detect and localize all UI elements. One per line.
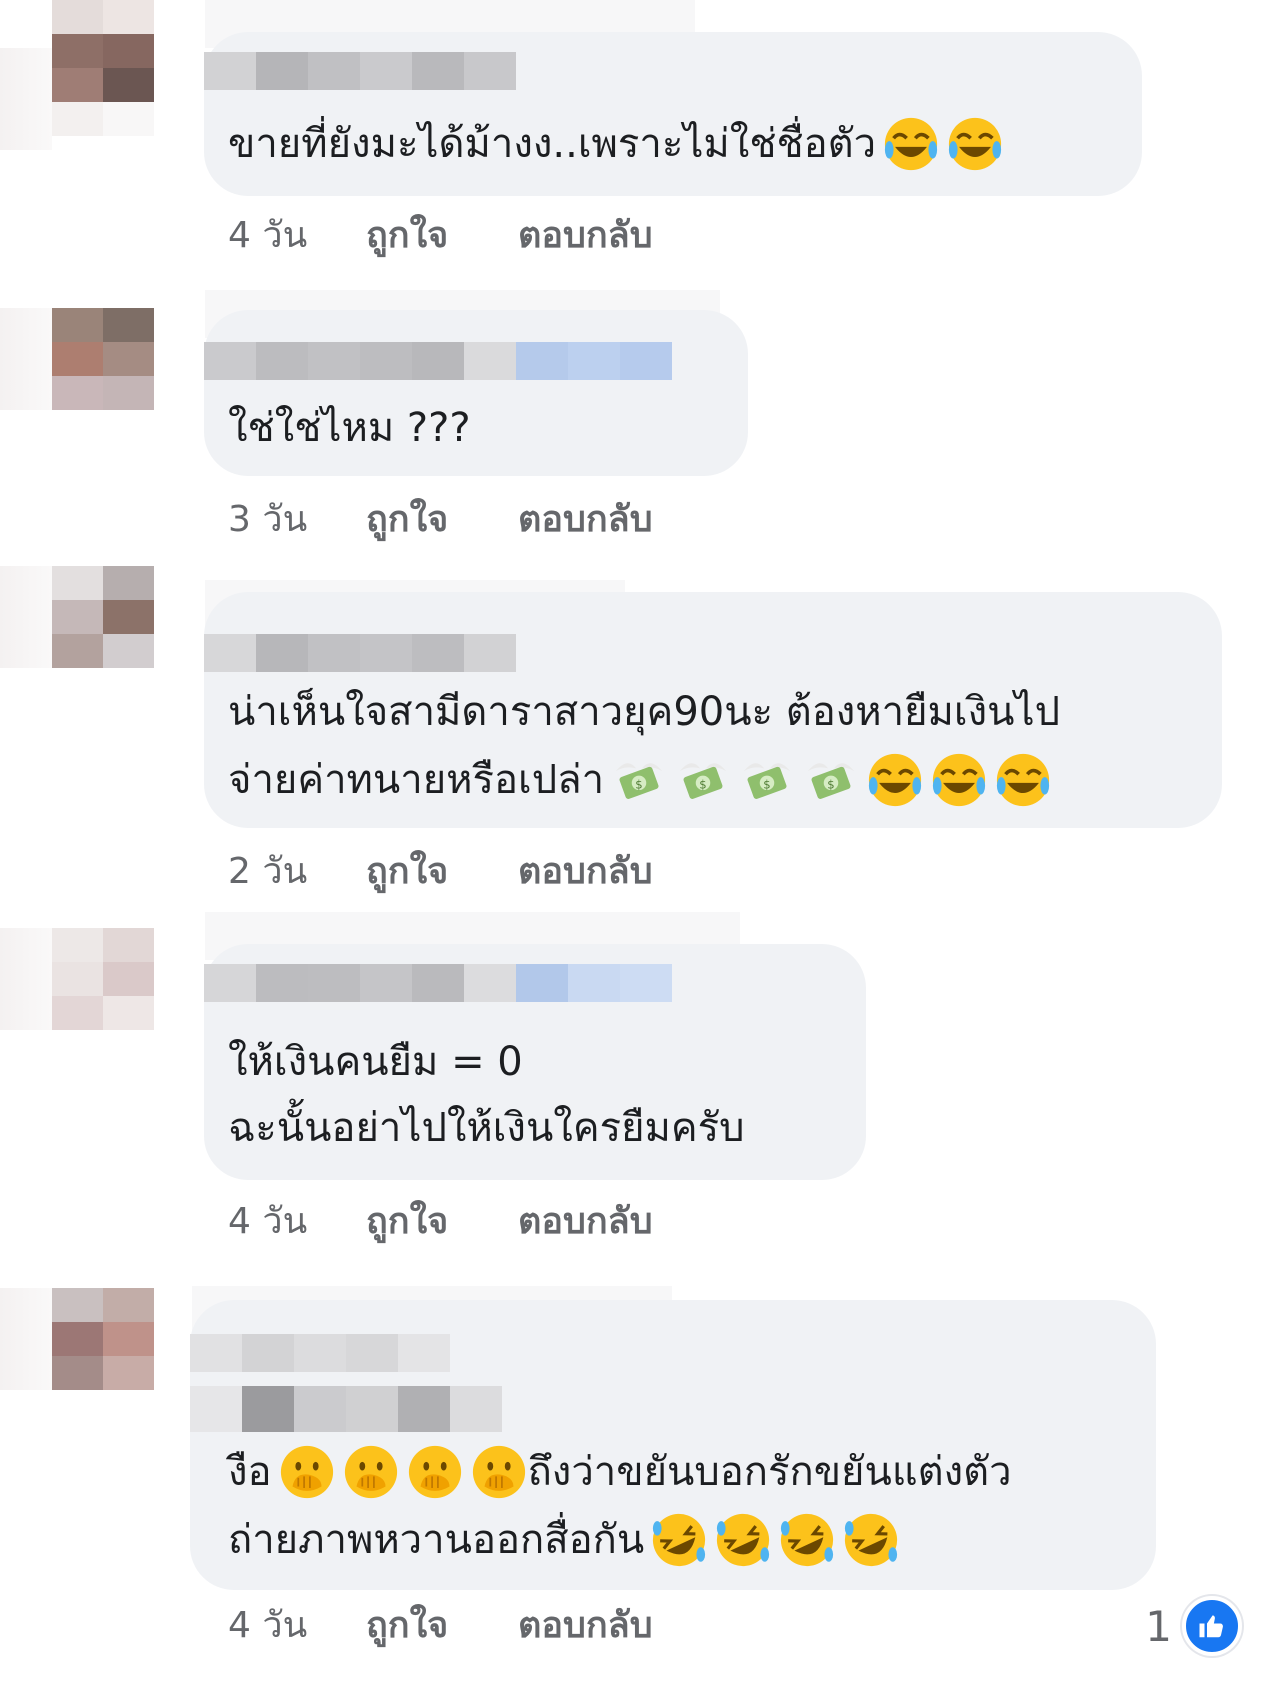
reply-button[interactable]: ตอบกลับ [518, 212, 653, 260]
comment-time[interactable]: 4 วัน [228, 1198, 366, 1246]
comment-text: ให้เงินคนยืม = 0 [228, 1039, 523, 1085]
commenter-name[interactable] [204, 52, 516, 90]
like-button[interactable]: ถูกใจ [366, 1198, 518, 1246]
hand-over-mouth-icon [472, 1445, 525, 1499]
money-with-wings-icon: $ [615, 763, 663, 799]
reaction-count: 1 [1145, 1601, 1172, 1651]
comment-text: น่าเห็นใจสามีดาราสาวยุค90นะ ต้องหายืมเงิ… [228, 689, 1060, 735]
money-with-wings-icon: $ [743, 763, 791, 799]
comment-actions: 4 วัน ถูกใจ ตอบกลับ [228, 1198, 653, 1246]
hand-over-mouth-icon [408, 1445, 461, 1499]
comment-time[interactable]: 4 วัน [228, 1602, 366, 1650]
comment-text: จ่ายค่าทนายหรือเปล่า $ $ $ $ [228, 748, 1052, 812]
comment-text: ถ่ายภาพหวานออกสื่อกัน [228, 1508, 900, 1572]
commenter-name[interactable] [204, 964, 672, 1002]
joy-face-icon [948, 117, 1002, 171]
comment-actions: 2 วัน ถูกใจ ตอบกลับ [228, 848, 653, 896]
reply-button[interactable]: ตอบกลับ [518, 1198, 653, 1246]
comment-time[interactable]: 2 วัน [228, 848, 366, 896]
hand-over-mouth-icon [280, 1445, 333, 1499]
like-button[interactable]: ถูกใจ [366, 848, 518, 896]
comment-text: ใช่ใช่ไหม ??? [228, 405, 471, 451]
commenter-name[interactable] [204, 342, 672, 380]
rofl-face-icon [717, 1513, 770, 1567]
joy-face-icon [996, 753, 1050, 807]
hand-over-mouth-icon [344, 1445, 397, 1499]
comment-text: ขายที่ยังมะได้ม้างง..เพราะไม่ใช่ชื่อตัว [228, 112, 1004, 176]
svg-text:$: $ [827, 778, 834, 792]
comment-time[interactable]: 4 วัน [228, 212, 366, 260]
rofl-face-icon [653, 1513, 706, 1567]
comment-text: งือ ถึงว่าขยันบอกรักขยันแต่งตัว [228, 1440, 1012, 1504]
avatar-blur [0, 308, 52, 410]
reply-button[interactable]: ตอบกลับ [518, 848, 653, 896]
rofl-face-icon [845, 1513, 898, 1567]
commenter-name[interactable] [190, 1386, 502, 1432]
avatar-blur [0, 566, 52, 668]
avatar-blur [0, 48, 52, 150]
comment-actions: 4 วัน ถูกใจ ตอบกลับ [228, 1602, 653, 1650]
joy-face-icon [884, 117, 938, 171]
svg-text:$: $ [763, 778, 770, 792]
money-with-wings-icon: $ [807, 763, 855, 799]
money-with-wings-icon: $ [679, 763, 727, 799]
avatar-blur [0, 1288, 52, 1390]
like-button[interactable]: ถูกใจ [366, 212, 518, 260]
reaction-summary[interactable]: 1 [1145, 1596, 1242, 1656]
like-button[interactable]: ถูกใจ [366, 1602, 518, 1650]
like-button[interactable]: ถูกใจ [366, 496, 518, 544]
comment-actions: 4 วัน ถูกใจ ตอบกลับ [228, 212, 653, 260]
commenter-name[interactable] [190, 1334, 450, 1372]
commenter-name[interactable] [204, 634, 516, 672]
avatar[interactable] [52, 0, 154, 102]
joy-face-icon [932, 753, 986, 807]
comment-time[interactable]: 3 วัน [228, 496, 366, 544]
avatar[interactable] [52, 928, 154, 1030]
joy-face-icon [868, 753, 922, 807]
avatar-blur [52, 102, 154, 204]
svg-text:$: $ [635, 778, 642, 792]
thumbs-up-icon [1182, 1596, 1242, 1656]
avatar[interactable] [52, 308, 154, 410]
avatar-blur [0, 928, 52, 1030]
avatar[interactable] [52, 1288, 154, 1390]
reply-button[interactable]: ตอบกลับ [518, 496, 653, 544]
comment-actions: 3 วัน ถูกใจ ตอบกลับ [228, 496, 653, 544]
avatar[interactable] [52, 566, 154, 668]
comment-text: ฉะนั้นอย่าไปให้เงินใครยืมครับ [228, 1105, 745, 1151]
svg-text:$: $ [699, 778, 706, 792]
reply-button[interactable]: ตอบกลับ [518, 1602, 653, 1650]
rofl-face-icon [781, 1513, 834, 1567]
